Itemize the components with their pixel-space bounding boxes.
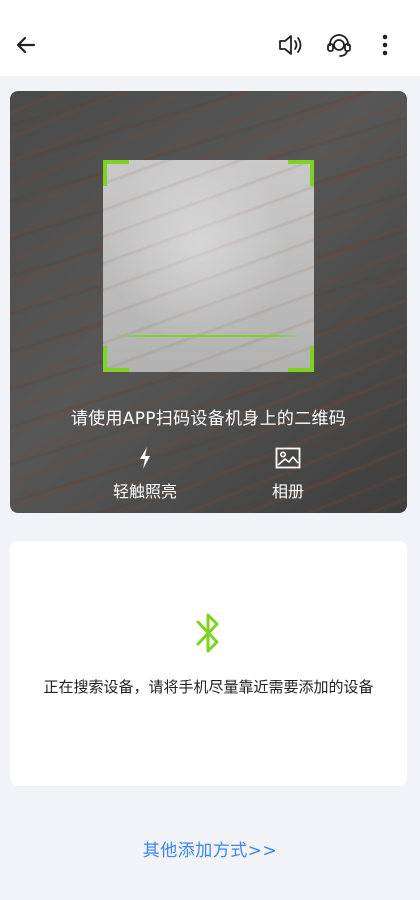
flash-icon (140, 447, 150, 469)
back-button[interactable] (8, 29, 44, 61)
scan-line (115, 335, 302, 337)
status-bar (0, 0, 420, 14)
app-bar (0, 14, 420, 76)
frame-corner-bottom-right (288, 346, 314, 372)
searching-status-text: 正在搜索设备，请将手机尽量靠近需要添加的设备 (43, 678, 374, 696)
album-label: 相册 (271, 482, 304, 501)
frame-corner-bottom-left (103, 346, 129, 372)
album-button[interactable]: 相册 (243, 444, 333, 504)
speaker-icon (279, 35, 302, 55)
arrow-left-icon (16, 36, 36, 54)
scan-hint-text: 请使用APP扫码设备机身上的二维码 (70, 409, 347, 429)
more-options-button[interactable] (370, 29, 400, 61)
headset-icon (327, 34, 351, 57)
flashlight-button[interactable]: 轻触照亮 (100, 444, 190, 504)
frame-corner-top-left (103, 160, 129, 186)
bluetooth-icon (196, 613, 219, 653)
more-vertical-icon (382, 34, 388, 56)
scan-frame (103, 160, 314, 372)
bluetooth-search-card: 正在搜索设备，请将手机尽量靠近需要添加的设备 (10, 541, 407, 786)
frame-corner-top-right (288, 160, 314, 186)
other-add-methods-link[interactable]: 其他添加方式>> (0, 836, 420, 861)
customer-service-button[interactable] (320, 27, 358, 63)
image-icon (275, 447, 301, 469)
qr-scanner-viewfinder: 请使用APP扫码设备机身上的二维码 轻触照亮 相册 (10, 91, 407, 513)
flashlight-label: 轻触照亮 (112, 482, 177, 501)
sound-button[interactable] (272, 29, 310, 61)
